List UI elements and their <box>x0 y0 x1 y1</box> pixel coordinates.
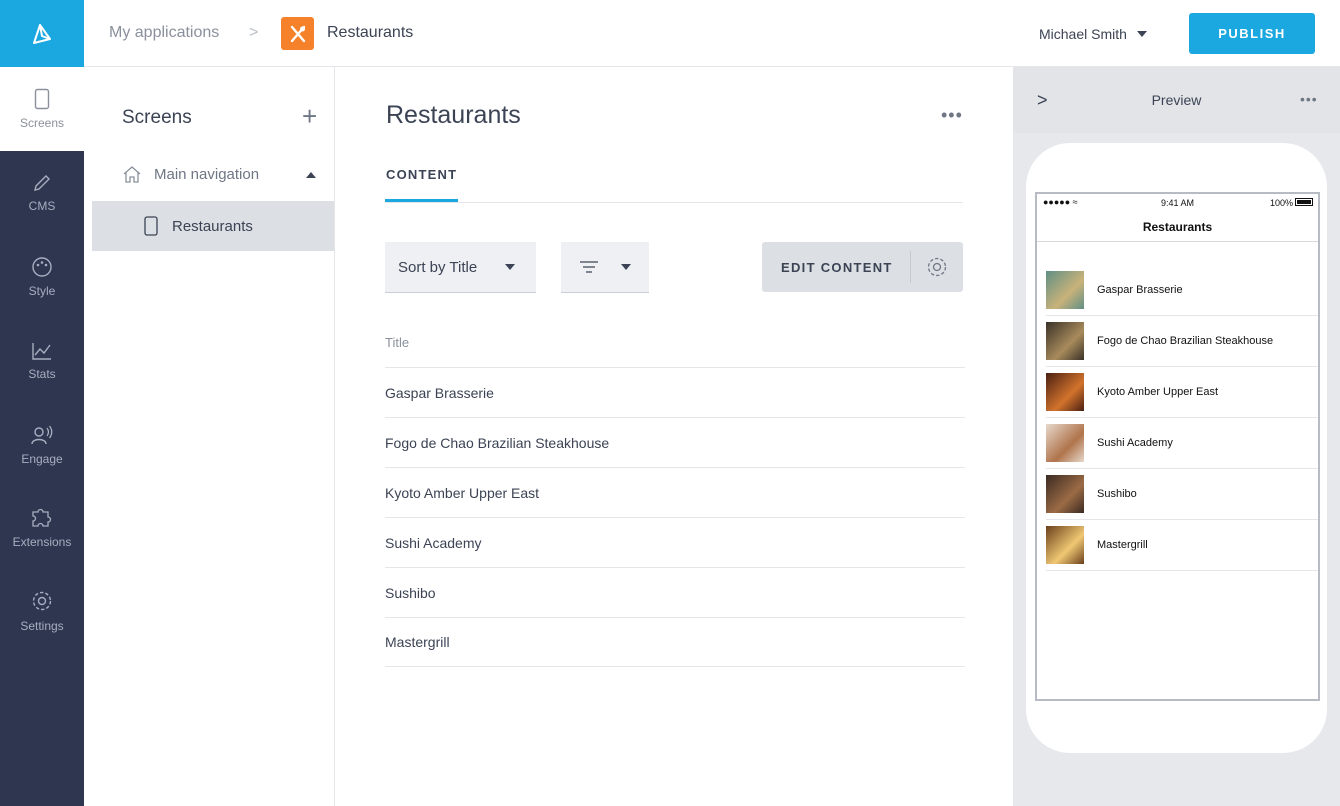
filter-icon <box>580 261 598 273</box>
left-nav: Screens CMS Style Stats Engage Extension… <box>0 67 84 806</box>
nav-label-screens: Screens <box>19 116 65 130</box>
nav-label-engage: Engage <box>21 452 63 466</box>
tab-bar: CONTENT <box>385 163 963 203</box>
nav-label-style: Style <box>28 284 56 298</box>
thumbnail-image <box>1046 271 1084 309</box>
nav-item-style[interactable]: Style <box>0 235 84 319</box>
divider <box>910 251 911 283</box>
main-navigation-item[interactable]: Main navigation <box>122 165 259 183</box>
thumbnail-image <box>1046 424 1084 462</box>
nav-item-stats[interactable]: Stats <box>0 319 84 403</box>
tab-content[interactable]: CONTENT <box>385 167 459 202</box>
paper-plane-icon <box>33 23 51 44</box>
list-item-label: Kyoto Amber Upper East <box>1097 386 1219 398</box>
nav-item-cms[interactable]: CMS <box>0 151 84 235</box>
fork-knife-icon <box>290 25 305 42</box>
logo[interactable] <box>0 0 84 67</box>
more-icon[interactable]: ••• <box>941 105 963 126</box>
breadcrumb-separator-icon: > <box>249 24 259 41</box>
nav-label-settings: Settings <box>20 619 64 633</box>
gear-icon[interactable] <box>925 255 949 279</box>
chevron-up-icon[interactable] <box>306 172 316 178</box>
edit-content-label: EDIT CONTENT <box>781 260 893 275</box>
top-bar: My applications > Restaurants Michael Sm… <box>0 0 1340 67</box>
list-item-label: Gaspar Brasserie <box>1097 284 1183 296</box>
list-item[interactable]: Fogo de Chao Brazilian Steakhouse <box>1046 316 1318 367</box>
battery-icon <box>1295 198 1313 206</box>
phone-screen-title: Restaurants <box>1037 212 1318 242</box>
publish-button[interactable]: PUBLISH <box>1189 13 1315 54</box>
nav-item-screens[interactable]: Screens <box>0 67 84 151</box>
phone-icon <box>144 216 158 236</box>
table-row[interactable]: Fogo de Chao Brazilian Steakhouse <box>385 417 965 467</box>
breadcrumb-my-applications[interactable]: My applications <box>109 24 219 42</box>
list-item[interactable]: Mastergrill <box>1046 520 1318 571</box>
list-item-label: Sushibo <box>1097 488 1137 500</box>
user-name: Michael Smith <box>1039 26 1127 42</box>
nav-item-engage[interactable]: Engage <box>0 403 84 487</box>
app-icon <box>281 17 314 50</box>
screens-panel: Screens + Main navigation Restaurants <box>84 67 335 806</box>
pencil-icon <box>34 175 50 191</box>
breadcrumb-app-name[interactable]: Restaurants <box>327 24 413 42</box>
page-title: Restaurants <box>386 101 521 129</box>
broadcast-user-icon <box>31 425 53 445</box>
filter-dropdown[interactable] <box>561 242 649 293</box>
edit-content-button[interactable]: EDIT CONTENT <box>762 242 963 292</box>
preview-header: > Preview ••• <box>1013 67 1340 133</box>
thumbnail-image <box>1046 373 1084 411</box>
content-area: Restaurants ••• CONTENT Sort by Title ED… <box>335 67 1013 806</box>
preview-title: Preview <box>1151 92 1202 108</box>
chevron-down-icon <box>621 264 631 270</box>
table-row[interactable]: Sushi Academy <box>385 517 965 567</box>
list-item[interactable]: Gaspar Brasserie <box>1046 265 1318 316</box>
home-icon <box>123 166 141 183</box>
more-icon[interactable]: ••• <box>1300 91 1318 107</box>
table-row[interactable]: Kyoto Amber Upper East <box>385 467 965 517</box>
table-row[interactable]: Gaspar Brasserie <box>385 367 965 417</box>
list-item-label: Fogo de Chao Brazilian Steakhouse <box>1097 335 1274 347</box>
table-row[interactable]: Mastergrill <box>385 617 965 667</box>
thumbnail-image <box>1046 526 1084 564</box>
add-screen-button[interactable]: + <box>302 103 317 129</box>
status-bar: ●●●●● ≈ 9:41 AM 100% <box>1037 194 1318 212</box>
main-navigation-label: Main navigation <box>154 165 260 183</box>
phone-frame: ●●●●● ≈ 9:41 AM 100% Restaurants Gaspar … <box>1026 143 1327 753</box>
sort-dropdown[interactable]: Sort by Title <box>385 242 536 293</box>
thumbnail-image <box>1046 322 1084 360</box>
list-item-label: Mastergrill <box>1097 539 1148 551</box>
list-item[interactable]: Sushi Academy <box>1046 418 1318 469</box>
preview-panel: > Preview ••• ●●●●● ≈ 9:41 AM 100% Resta… <box>1013 67 1340 806</box>
nav-item-extensions[interactable]: Extensions <box>0 485 84 569</box>
screen-item-restaurants[interactable]: Restaurants <box>92 201 334 251</box>
phone-list: Gaspar Brasserie Fogo de Chao Brazilian … <box>1046 265 1318 571</box>
chart-icon <box>32 343 51 360</box>
user-menu[interactable]: Michael Smith <box>1039 26 1147 42</box>
column-header-title: Title <box>385 335 410 350</box>
list-item-label: Sushi Academy <box>1097 437 1173 449</box>
sort-label: Sort by Title <box>398 258 478 276</box>
screen-item-label: Restaurants <box>172 217 253 235</box>
content-table: Gaspar Brasserie Fogo de Chao Brazilian … <box>385 367 965 667</box>
thumbnail-image <box>1046 475 1084 513</box>
table-row[interactable]: Sushibo <box>385 567 965 617</box>
list-item[interactable]: Kyoto Amber Upper East <box>1046 367 1318 418</box>
nav-label-stats: Stats <box>28 367 56 381</box>
nav-label-extensions: Extensions <box>12 535 72 549</box>
palette-icon <box>32 257 52 277</box>
battery-percent: 100% <box>1270 198 1294 208</box>
nav-label-cms: CMS <box>28 199 56 213</box>
chevron-down-icon <box>1136 31 1147 37</box>
phone-screen: ●●●●● ≈ 9:41 AM 100% Restaurants Gaspar … <box>1035 192 1320 701</box>
list-item[interactable]: Sushibo <box>1046 469 1318 520</box>
gear-icon <box>32 591 52 611</box>
puzzle-icon <box>32 508 52 527</box>
screens-title: Screens <box>122 107 192 128</box>
phone-icon <box>34 88 50 110</box>
nav-item-settings[interactable]: Settings <box>0 569 84 653</box>
chevron-down-icon <box>505 264 516 270</box>
